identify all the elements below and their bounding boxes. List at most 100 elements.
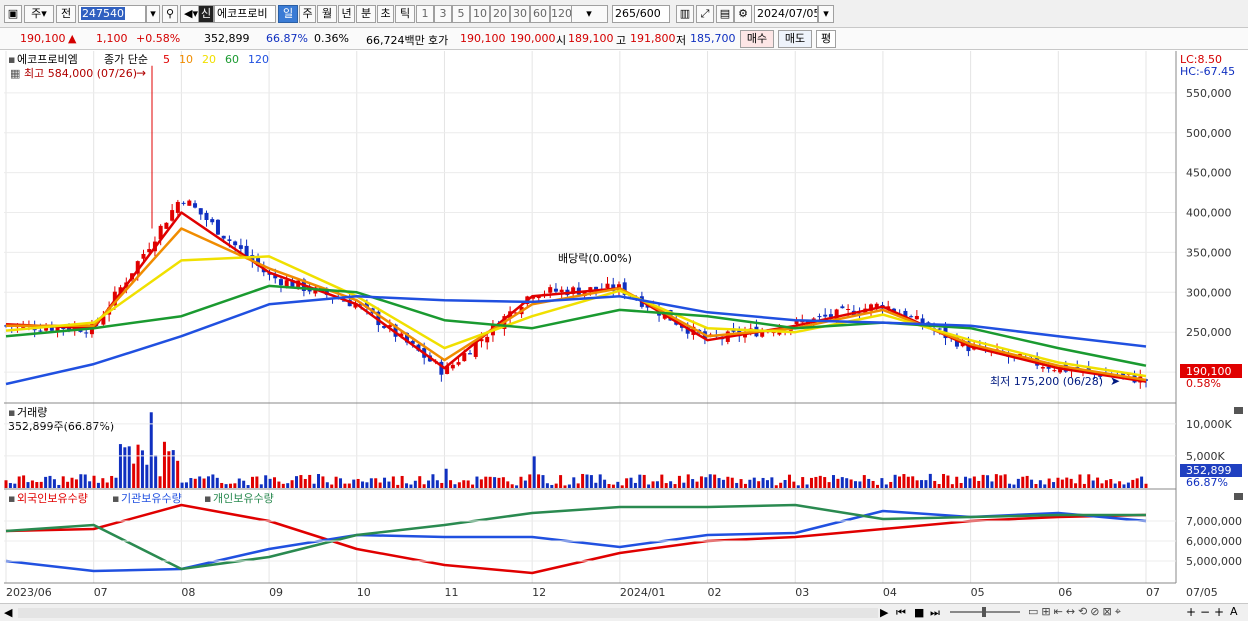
volume-bar	[765, 480, 769, 488]
stock-code-input[interactable]: 247540	[78, 5, 146, 23]
candle-body	[204, 212, 209, 220]
volume-bar	[206, 476, 210, 488]
volume-bar	[290, 480, 294, 488]
volume-bar	[770, 477, 774, 488]
volume-bar	[519, 476, 523, 488]
volume-bar	[836, 478, 840, 488]
holdings-tick-label: 5,000,000	[1186, 555, 1242, 568]
x-tick-label: 02	[708, 586, 722, 599]
volume-bar	[787, 474, 791, 488]
count-button-1[interactable]: 3	[434, 5, 452, 23]
scroll-right-icon[interactable]: ▶	[880, 606, 888, 619]
volume-bar	[779, 482, 783, 488]
x-tick-label: 05	[971, 586, 985, 599]
date-input[interactable]: 2024/07/05	[754, 5, 818, 23]
period-tab-0[interactable]: 일	[278, 5, 298, 23]
scroll-track[interactable]	[18, 608, 878, 618]
volume-bar	[1078, 474, 1082, 488]
zoom-slider-thumb[interactable]	[982, 607, 986, 617]
market-select[interactable]: 주▾	[24, 5, 54, 23]
volume-bar	[748, 479, 752, 488]
hc-value: HC:-67.45	[1180, 65, 1235, 78]
volume-bar	[862, 475, 866, 488]
volume-bar	[211, 474, 215, 488]
volume-bar	[317, 474, 321, 488]
search-icon[interactable]: ⚲	[162, 5, 178, 23]
period-tab-4[interactable]: 분	[356, 5, 376, 23]
volume-pane-close-icon[interactable]	[1234, 407, 1243, 414]
scroll-left-icon[interactable]: ◀	[4, 606, 12, 619]
horizontal-scrollbar[interactable]: ◀ ▶ ⏮ ■ ⏭ ▭⊞⇤↔⟲⊘⊠⌖ + − + A	[0, 603, 1248, 621]
volume-bar	[959, 483, 963, 488]
volume-bar	[189, 478, 193, 488]
drawing-tools-icons[interactable]: ▭⊞⇤↔⟲⊘⊠⌖	[1028, 605, 1124, 619]
candle-body	[170, 210, 175, 221]
calendar-icon[interactable]: ▦	[10, 67, 20, 80]
volume-bar	[541, 475, 545, 488]
last-volume-ratio: 66.87%	[1186, 476, 1228, 489]
chart-area[interactable]: ▪ 에코프로비엠 종가 단순 5 10 20 60 120 ▦ 최고 584,000 (…	[0, 51, 1248, 603]
volume-bar	[906, 476, 910, 488]
volume-bar	[673, 484, 677, 488]
count-button-2[interactable]: 5	[452, 5, 470, 23]
candle-icon[interactable]: ▥	[676, 5, 694, 23]
period-tab-5[interactable]: 초	[377, 5, 394, 23]
turnover: 0.36%	[314, 32, 349, 45]
auto-scale-button[interactable]: A	[1230, 605, 1238, 618]
volume-bar	[83, 474, 87, 488]
save-icon[interactable]: ▤	[716, 5, 734, 23]
count-button-3[interactable]: 10	[470, 5, 490, 23]
volume-bar	[585, 474, 589, 488]
volume-bar	[299, 475, 303, 488]
volume-bar	[682, 482, 686, 488]
holdings-pane-close-icon[interactable]	[1234, 493, 1243, 500]
count-button-5[interactable]: 30	[510, 5, 530, 23]
chart-svg[interactable]: ▪ 에코프로비엠 종가 단순 5 10 20 60 120 ▦ 최고 584,000 (…	[0, 51, 1248, 603]
volume-bar	[607, 484, 611, 488]
period-tab-1[interactable]: 주	[299, 5, 316, 23]
prev-button[interactable]: 전	[56, 5, 76, 23]
count-button-6[interactable]: 60	[530, 5, 550, 23]
period-tab-2[interactable]: 월	[317, 5, 337, 23]
stop-icon[interactable]: ■	[914, 606, 924, 619]
volume-bar	[422, 484, 426, 488]
volume-subtitle: 352,899주(66.87%)	[8, 420, 114, 433]
volume-bar	[1043, 484, 1047, 488]
period-tab-6[interactable]: 틱	[395, 5, 415, 23]
volume-bar	[369, 478, 373, 488]
fast-forward-icon[interactable]: ⏭	[930, 606, 940, 620]
count-dropdown[interactable]: ▾	[570, 5, 608, 23]
zoom-in-icon[interactable]: +	[1186, 605, 1196, 619]
volume-bar	[268, 478, 272, 488]
candle-body	[215, 219, 220, 235]
open-price: 189,100	[568, 32, 614, 45]
layout-icon[interactable]: ▣	[4, 5, 22, 23]
price-legend-name: 에코프로비엠	[17, 53, 78, 66]
eval-button[interactable]: 평	[816, 30, 836, 48]
volume-bar	[497, 477, 501, 488]
count-button-0[interactable]: 1	[416, 5, 434, 23]
volume-bar	[1140, 476, 1144, 488]
volume-bar	[17, 476, 21, 488]
volume-bar	[660, 474, 664, 488]
view-range[interactable]: 265/600	[612, 5, 670, 23]
rewind-icon[interactable]: ⏮	[896, 606, 906, 620]
buy-button[interactable]: 매수	[740, 30, 774, 48]
count-button-4[interactable]: 20	[490, 5, 510, 23]
code-dropdown-icon[interactable]: ▾	[146, 5, 160, 23]
zoom-out-icon[interactable]: −	[1200, 605, 1210, 619]
sell-button[interactable]: 매도	[778, 30, 812, 48]
period-tab-3[interactable]: 년	[338, 5, 355, 23]
last-price-pct: 0.58%	[1186, 377, 1221, 390]
candle-body	[38, 330, 43, 332]
date-dropdown-icon[interactable]: ▾	[818, 5, 834, 23]
zoom-plus-icon[interactable]: +	[1214, 605, 1224, 619]
gear-icon[interactable]: ⚙	[734, 5, 752, 23]
low-label: 저	[676, 34, 687, 47]
high-label: 고	[616, 34, 627, 47]
volume-bar	[532, 455, 536, 488]
count-button-7[interactable]: 120	[550, 5, 572, 23]
tool-icon[interactable]: ⤢	[696, 5, 714, 23]
volume-bar	[801, 477, 805, 488]
volume-bar	[849, 479, 853, 488]
